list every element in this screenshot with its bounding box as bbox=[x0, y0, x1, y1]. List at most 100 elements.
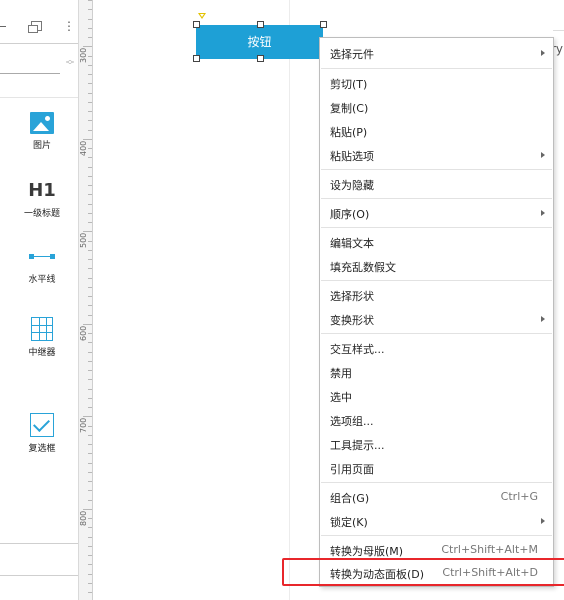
library-item-image[interactable]: 图片 bbox=[14, 112, 70, 151]
menu-item-disable[interactable]: 禁用 bbox=[320, 361, 553, 383]
ruler-tick bbox=[88, 435, 92, 436]
menu-item-label: 选项组... bbox=[330, 415, 374, 428]
ruler-tick bbox=[88, 490, 92, 491]
menu-item-transform-shape[interactable]: 变换形状 bbox=[320, 308, 553, 330]
ruler-tick bbox=[88, 342, 92, 343]
checkbox-icon bbox=[30, 413, 54, 437]
highlight-annotation-box bbox=[282, 558, 564, 586]
scroll-arrows-icon[interactable]: ︿ ﹀ bbox=[66, 56, 74, 70]
ruler-tick bbox=[88, 453, 92, 454]
ruler-label: 400 bbox=[79, 140, 88, 156]
menu-item-group[interactable]: 组合(G) Ctrl+G bbox=[320, 486, 553, 508]
selection-marker-icon bbox=[198, 13, 206, 19]
ruler-tick bbox=[88, 305, 92, 306]
menu-item-lock[interactable]: 锁定(K) bbox=[320, 510, 553, 532]
ruler-tick bbox=[88, 555, 92, 556]
library-item-h1[interactable]: H1 一级标题 bbox=[14, 180, 70, 219]
menu-item-cut[interactable]: 剪切(T) bbox=[320, 72, 553, 94]
menu-item-label: 引用页面 bbox=[330, 463, 374, 476]
menu-item-tooltip[interactable]: 工具提示... bbox=[320, 433, 553, 455]
ruler-tick bbox=[88, 444, 92, 445]
ruler-tick bbox=[88, 527, 92, 528]
ruler-tick bbox=[83, 46, 92, 47]
menu-item-interaction-styles[interactable]: 交互样式... bbox=[320, 337, 553, 359]
menu-item-paste-options[interactable]: 粘贴选项 bbox=[320, 144, 553, 166]
ruler-tick bbox=[88, 361, 92, 362]
library-item-repeater[interactable]: 中继器 bbox=[14, 317, 70, 358]
ruler-tick bbox=[88, 278, 92, 279]
ruler-tick bbox=[88, 333, 92, 334]
ruler-label: 300 bbox=[79, 47, 88, 63]
ruler-tick bbox=[88, 176, 92, 177]
ruler-tick bbox=[88, 83, 92, 84]
ruler-tick bbox=[88, 287, 92, 288]
library-item-checkbox[interactable]: 复选框 bbox=[14, 413, 70, 454]
ruler-tick bbox=[88, 250, 92, 251]
menu-item-reference-page[interactable]: 引用页面 bbox=[320, 457, 553, 479]
ruler-tick bbox=[88, 518, 92, 519]
resize-handle[interactable] bbox=[257, 21, 264, 28]
library-item-horizontal-line[interactable]: 水平线 bbox=[14, 252, 70, 285]
ruler-tick bbox=[88, 546, 92, 547]
menu-item-label: 组合(G) bbox=[330, 492, 370, 505]
ruler-tick bbox=[88, 241, 92, 242]
divider bbox=[0, 575, 78, 576]
menu-item-label: 工具提示... bbox=[330, 439, 385, 452]
resize-handle[interactable] bbox=[320, 21, 327, 28]
ruler-tick bbox=[88, 65, 92, 66]
ruler-label: 600 bbox=[79, 325, 88, 341]
panel-toolbar: ⋮ bbox=[0, 16, 78, 38]
window-icon[interactable] bbox=[28, 21, 42, 33]
menu-item-select-widget[interactable]: 选择元件 bbox=[320, 42, 553, 64]
menu-item-select-shape[interactable]: 选择形状 bbox=[320, 284, 553, 306]
menu-item-order[interactable]: 顺序(O) bbox=[320, 202, 553, 224]
resize-handle[interactable] bbox=[193, 55, 200, 62]
resize-handle[interactable] bbox=[193, 21, 200, 28]
ruler-tick bbox=[88, 370, 92, 371]
ruler-tick bbox=[88, 74, 92, 75]
ruler-tick bbox=[88, 194, 92, 195]
ruler-tick bbox=[88, 481, 92, 482]
menu-item-label: 填充乱数假文 bbox=[330, 261, 396, 274]
divider bbox=[0, 543, 78, 544]
library-item-label: 复选框 bbox=[28, 444, 56, 454]
menu-item-label: 剪切(T) bbox=[330, 78, 368, 91]
more-icon[interactable]: ⋮ bbox=[63, 19, 75, 33]
menu-item-label: 复制(C) bbox=[330, 102, 369, 115]
submenu-arrow-icon bbox=[541, 518, 545, 524]
minus-icon[interactable] bbox=[0, 26, 6, 27]
h1-icon: H1 bbox=[28, 180, 56, 201]
menu-item-label: 转换为母版(M) bbox=[330, 545, 404, 558]
menu-item-edit-text[interactable]: 编辑文本 bbox=[320, 231, 553, 253]
menu-item-set-hidden[interactable]: 设为隐藏 bbox=[320, 173, 553, 195]
menu-item-label: 粘贴选项 bbox=[330, 150, 374, 163]
ruler-label: 800 bbox=[79, 510, 88, 526]
library-search-input[interactable]: ︿ ﹀ bbox=[0, 53, 78, 74]
menu-item-copy[interactable]: 复制(C) bbox=[320, 96, 553, 118]
menu-item-selected[interactable]: 选中 bbox=[320, 385, 553, 407]
menu-item-option-group[interactable]: 选项组... bbox=[320, 409, 553, 431]
menu-item-shortcut: Ctrl+G bbox=[500, 490, 538, 503]
submenu-arrow-icon bbox=[541, 316, 545, 322]
menu-separator bbox=[321, 280, 552, 281]
horizontal-line-icon bbox=[29, 252, 55, 262]
ruler-tick bbox=[88, 537, 92, 538]
ruler-tick bbox=[83, 324, 92, 325]
menu-item-fill-lorem[interactable]: 填充乱数假文 bbox=[320, 255, 553, 277]
ruler-tick bbox=[88, 426, 92, 427]
button-widget[interactable]: 按钮 bbox=[196, 25, 323, 59]
submenu-arrow-icon bbox=[541, 50, 545, 56]
ruler-label: 700 bbox=[79, 417, 88, 433]
ruler-tick bbox=[88, 157, 92, 158]
ruler-tick bbox=[88, 259, 92, 260]
ruler-tick bbox=[88, 185, 92, 186]
ruler-tick bbox=[88, 213, 92, 214]
menu-item-paste[interactable]: 粘贴(P) bbox=[320, 120, 553, 142]
context-menu: 选择元件 剪切(T) 复制(C) 粘贴(P) 粘贴选项 设为隐藏 顺序(O) 编… bbox=[319, 37, 554, 587]
ruler-tick bbox=[83, 416, 92, 417]
resize-handle[interactable] bbox=[257, 55, 264, 62]
search-underline bbox=[0, 73, 60, 74]
ruler-tick bbox=[88, 222, 92, 223]
ruler-tick bbox=[88, 130, 92, 131]
ruler-tick bbox=[88, 500, 92, 501]
